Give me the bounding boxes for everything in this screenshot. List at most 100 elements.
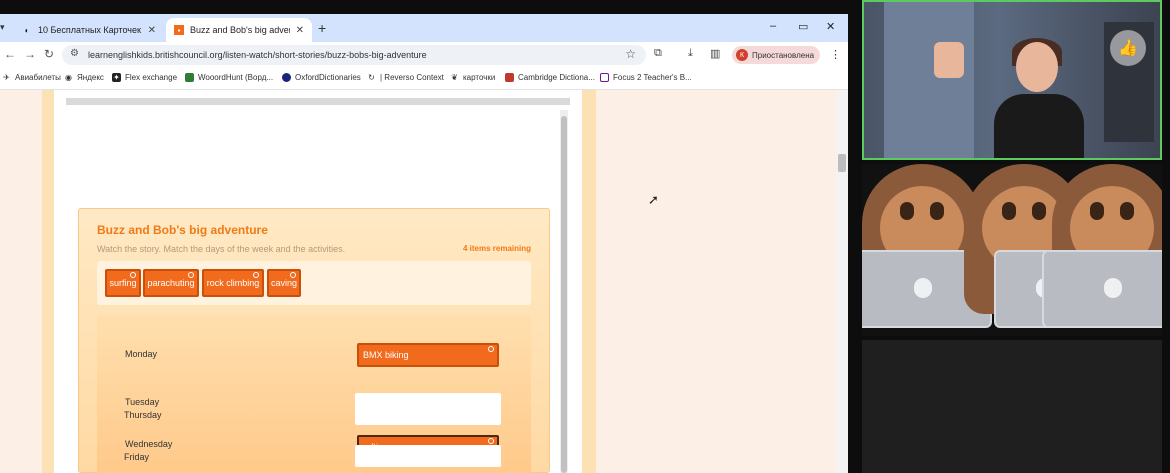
bookmark-label: Flex exchange [125,73,178,82]
drop-slot-thursday[interactable] [355,403,501,425]
page-content: Buzz and Bob's big adventure Watch the s… [0,90,848,473]
chip-parachuting[interactable]: parachuting [143,269,199,297]
day-label-friday: Friday [124,452,150,462]
apple-logo-icon [1104,278,1122,298]
tab-close-icon[interactable]: ✕ [296,25,304,36]
bookmark-cambridge[interactable]: Cambridge Dictiona... [505,73,595,82]
pin-icon [488,346,494,352]
browser-window: ▾ ◐ 10 Бесплатных Карточек Счёт ✕ ▪ Buzz… [0,14,848,473]
tab-favicon-icon: ▪ [174,25,184,35]
participant-figure [994,38,1084,158]
chip-caving[interactable]: caving [267,269,301,297]
bookmark-yandex[interactable]: ◉ Яндекс [64,73,104,82]
chip-surfing[interactable]: surfing [105,269,141,297]
flex-icon: ✦ [112,73,121,82]
tab-flashcards[interactable]: ◐ 10 Бесплатных Карточек Счёт ✕ [14,18,164,42]
bookmark-kartochki[interactable]: ❦ карточки [450,73,495,82]
drop-slot-monday[interactable]: BMX biking [357,343,499,367]
forward-icon[interactable]: → [24,47,36,61]
bookmark-oxford[interactable]: OxfordDictionaries [282,73,361,82]
profile-button[interactable]: К Приостановлена [732,46,820,64]
bookmark-label: WooordHunt (Ворд... [198,73,274,82]
tab-close-icon[interactable]: ✕ [148,25,156,36]
tab-list-chevron-icon[interactable]: ▾ [0,22,5,33]
activity-instructions: Watch the story. Match the days of the w… [97,244,346,254]
address-bar[interactable]: ⚙ learnenglishkids.britishcouncil.org/li… [62,45,646,65]
items-remaining: 4 items remaining [462,244,531,253]
download-icon[interactable]: ⤓ [688,47,693,60]
frame-scrollbar[interactable] [560,110,568,473]
extensions-icon[interactable]: ⧉ [654,47,662,60]
drop-slot-friday[interactable] [355,445,501,467]
page-scrollbar[interactable] [836,90,848,473]
browser-menu-icon[interactable]: ⋮ [830,48,841,61]
bookmarks-bar: ✈ Авиабилеты ◉ Яндекс ✦ Flex exchange Wooor… [0,68,848,90]
day-label-wednesday: Wednesday [125,439,173,449]
minimize-icon[interactable]: – [770,20,776,32]
bookmark-flex-exchange[interactable]: ✦ Flex exchange [112,73,177,82]
cambridge-icon [505,73,514,82]
close-window-icon[interactable]: ✕ [826,20,835,33]
apple-logo-icon [914,278,932,298]
bookmark-label: Focus 2 Teacher's B... [613,73,692,82]
page-border-left [42,90,54,473]
chip-label: caving [270,278,297,288]
participant-video[interactable]: 👍 [862,0,1162,160]
chip-label: parachuting [147,278,195,288]
memoji-eye [1002,202,1016,220]
tab-title: 10 Бесплатных Карточек Счёт [38,25,142,35]
chip-rock-climbing[interactable]: rock climbing [202,269,264,297]
oxford-icon [282,73,291,82]
side-panel-icon[interactable]: ▥ [710,47,720,60]
chip-label: surfing [109,278,137,288]
mouse-cursor-icon: ➚ [648,192,659,207]
plane-icon: ✈ [3,73,10,82]
tab-strip: ▾ ◐ 10 Бесплатных Карточек Счёт ✕ ▪ Buzz… [0,14,848,42]
bookmark-label: карточки [463,73,496,82]
empty-video-tile [862,340,1162,473]
maximize-icon[interactable]: ▭ [798,20,808,33]
pin-icon [188,272,194,278]
memoji-eye [1090,202,1104,220]
memoji-avatar [1042,164,1162,336]
profile-status: Приостановлена [752,50,815,60]
page-border-right [582,90,596,473]
focus-icon [600,73,609,82]
pin-icon [290,272,296,278]
bookmark-label: Яндекс [77,73,104,82]
participant-head [1016,42,1058,92]
tab-buzz-and-bob[interactable]: ▪ Buzz and Bob's big adventure | ✕ [166,18,312,42]
site-info-icon[interactable]: ⚙ [70,48,79,59]
reverso-icon: ↻ [368,73,375,82]
bookmark-aviabilety[interactable]: ✈ Авиабилеты [2,73,61,82]
activity-title: Buzz and Bob's big adventure [97,223,268,237]
scroll-thumb[interactable] [838,154,846,172]
word-bank: surfing parachuting rock climbing caving [97,261,531,305]
tab-title: Buzz and Bob's big adventure | [190,25,290,35]
browser-toolbar: ← → ↻ ⚙ learnenglishkids.britishcouncil.… [0,42,848,68]
emoji-video-tile[interactable] [862,164,1162,336]
bookmark-label: OxfordDictionaries [295,73,361,82]
bookmark-wooordhunt[interactable]: WooordHunt (Ворд... [185,73,273,82]
bookmark-star-icon[interactable]: ☆ [625,47,636,61]
wooordhunt-icon [185,73,194,82]
reload-icon[interactable]: ↻ [44,47,54,61]
slot-answer: BMX biking [363,350,409,360]
frame-top-bar [66,98,570,105]
cards-icon: ❦ [451,73,458,82]
scroll-thumb[interactable] [561,116,567,473]
new-tab-button[interactable]: + [318,20,326,36]
bookmark-label: Авиабилеты [15,73,61,82]
bookmark-reverso[interactable]: ↻ | Reverso Context [367,73,444,82]
yandex-icon: ◉ [65,73,72,82]
bookmark-label: | Reverso Context [380,73,444,82]
memoji-eye [1120,202,1134,220]
bookmark-focus2[interactable]: Focus 2 Teacher's B... [600,73,692,82]
chip-label: rock climbing [206,278,260,288]
thumbs-up-icon: 👍 [1110,30,1146,66]
video-window [884,2,974,158]
activity-panel: Buzz and Bob's big adventure Watch the s… [78,208,550,473]
participant-body [994,94,1084,158]
url-text: learnenglishkids.britishcouncil.org/list… [88,50,427,60]
back-icon[interactable]: ← [4,47,16,61]
